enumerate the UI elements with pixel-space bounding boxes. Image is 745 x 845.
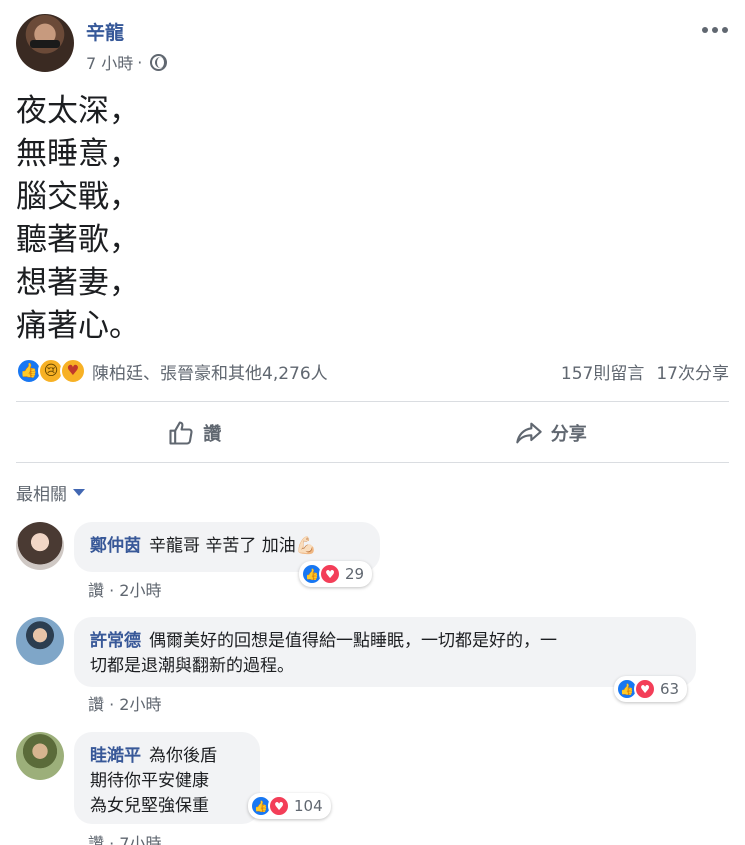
post-text: 夜太深， 無睡意， 腦交戰， 聽著歌， 想著妻， 痛著心。 [16, 90, 140, 348]
post-line: 想著妻， [16, 265, 140, 301]
comment-actions: 讚 · 2小時 [88, 577, 161, 601]
action-row: 讚 分享 [16, 406, 729, 460]
share-arrow-icon [516, 422, 542, 444]
post-line: 夜太深， [16, 93, 140, 129]
comment-text: 為你後盾 [149, 746, 217, 766]
comment-reactions[interactable]: 👍 ♥ 29 [299, 561, 373, 587]
comment-time[interactable]: 2小時 [119, 695, 161, 714]
post-meta: 7 小時 · [86, 50, 168, 74]
comment: 鄭仲茵 辛龍哥 辛苦了 加油💪🏻 👍 ♥ 29 讚 · 2小時 [16, 522, 729, 604]
comment-like-link[interactable]: 讚 [88, 834, 104, 845]
comment-reactions[interactable]: 👍 ♥ 104 [248, 793, 331, 819]
post-header: 辛龍 7 小時 · [16, 14, 729, 76]
reaction-count: 29 [345, 565, 365, 583]
comment-text: 偶爾美好的回想是值得給一點睡眠，一切都是好的，一 [149, 631, 557, 651]
share-button[interactable]: 分享 [373, 406, 730, 460]
action-separator: · [109, 834, 120, 845]
like-label: 讚 [203, 424, 222, 445]
reaction-count: 104 [294, 797, 323, 815]
comment-text: 為女兒堅強保重 [90, 796, 209, 816]
post-time[interactable]: 7 小時 [86, 50, 133, 74]
caret-down-icon [73, 489, 85, 496]
comment-text: 辛龍哥 辛苦了 加油💪🏻 [149, 536, 317, 556]
post-line: 腦交戰， [16, 179, 140, 215]
reaction-names[interactable]: 陳柏廷、張晉豪和其他4,276人 [92, 359, 328, 384]
comment-actions: 讚 · 7小時 [88, 830, 161, 845]
comment: 許常德 偶爾美好的回想是值得給一點睡眠，一切都是好的，一 切都是退潮與翻新的過程。… [16, 617, 729, 717]
post-line: 無睡意， [16, 136, 140, 172]
author-name[interactable]: 辛龍 [86, 18, 124, 45]
comment-text: 期待你平安健康 [90, 771, 209, 791]
post-counts: 157則留言 17次分享 [561, 359, 729, 384]
comment: 眭澔平 為你後盾 期待你平安健康 為女兒堅強保重 👍 ♥ 104 讚 · 7小時 [16, 732, 729, 845]
globe-icon[interactable] [150, 53, 168, 71]
thumbs-up-icon [169, 421, 193, 445]
love-icon: ♥ [634, 678, 656, 700]
comments-count[interactable]: 157則留言 [561, 359, 644, 384]
commenter-avatar[interactable] [16, 732, 64, 780]
comment-time[interactable]: 2小時 [119, 581, 161, 600]
post-line: 聽著歌， [16, 222, 140, 258]
comment-text: 切都是退潮與翻新的過程。 [90, 656, 294, 676]
post-line: 痛著心。 [16, 308, 140, 344]
like-button[interactable]: 讚 [16, 406, 373, 460]
love-icon: ♥ [268, 795, 290, 817]
commenter-name[interactable]: 鄭仲茵 [90, 536, 141, 556]
divider [16, 462, 729, 463]
comment-like-link[interactable]: 讚 [88, 581, 104, 600]
meta-separator: · [137, 52, 143, 72]
more-options-button[interactable] [701, 20, 729, 40]
share-label: 分享 [550, 424, 587, 445]
commenter-name[interactable]: 許常德 [90, 631, 141, 651]
author-avatar[interactable] [16, 14, 74, 72]
reaction-count: 63 [660, 680, 680, 698]
love-icon: ♥ [319, 563, 341, 585]
dot-icon [722, 27, 728, 33]
care-icon: ♥ [60, 358, 86, 384]
comment-reactions[interactable]: 👍 ♥ 63 [614, 676, 688, 702]
dot-icon [702, 27, 708, 33]
comment-sort-dropdown[interactable]: 最相關 [16, 480, 85, 505]
shares-count[interactable]: 17次分享 [656, 359, 729, 384]
action-separator: · [109, 581, 120, 600]
commenter-name[interactable]: 眭澔平 [90, 746, 141, 766]
divider [16, 401, 729, 402]
action-separator: · [109, 695, 120, 714]
comment-like-link[interactable]: 讚 [88, 695, 104, 714]
comment-actions: 讚 · 2小時 [88, 691, 161, 715]
reaction-summary: 👍 😢 ♥ 陳柏廷、張晉豪和其他4,276人 157則留言 17次分享 [16, 356, 729, 386]
comment-time[interactable]: 7小時 [119, 834, 161, 845]
comment-bubble: 眭澔平 為你後盾 期待你平安健康 為女兒堅強保重 [74, 732, 260, 824]
commenter-avatar[interactable] [16, 617, 64, 665]
dot-icon [712, 27, 718, 33]
commenter-avatar[interactable] [16, 522, 64, 570]
comment-bubble: 許常德 偶爾美好的回想是值得給一點睡眠，一切都是好的，一 切都是退潮與翻新的過程。 [74, 617, 696, 687]
reaction-icons[interactable]: 👍 😢 ♥ [16, 358, 86, 384]
sort-label: 最相關 [16, 485, 67, 505]
